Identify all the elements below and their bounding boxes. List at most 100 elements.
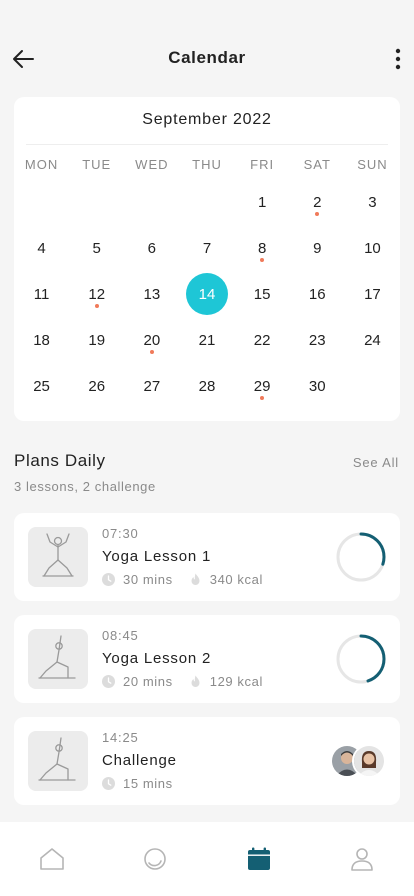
plan-thumbnail [28,629,88,689]
calendar-day-18[interactable]: 18 [14,317,69,363]
plan-time: 08:45 [102,628,139,643]
calendar-day-23[interactable]: 23 [290,317,345,363]
calendar-day-number: 20 [143,331,161,349]
calendar-day-12[interactable]: 12 [69,271,124,317]
calendar-day-number: 21 [198,331,216,349]
plan-duration: 15 mins [123,776,173,791]
calendar-day-number: 3 [368,193,377,211]
progress-ring [336,634,386,684]
calendar-day-27[interactable]: 27 [124,363,179,409]
plan-card-yoga-lesson-2[interactable]: 08:45 Yoga Lesson 2 20 mins 129 kcal [14,615,400,703]
calendar-day-number: 10 [364,239,381,257]
yoga-arms-up-pose-icon [42,533,74,577]
calendar-day-number: 26 [88,377,106,395]
yoga-warrior-pose-icon [38,737,76,781]
calendar-weekday-label: THU [192,156,222,172]
calendar-day-number: 6 [147,239,157,257]
calendar-day-22[interactable]: 22 [235,317,290,363]
calendar-empty-cell [179,179,234,225]
calendar-day-number: 12 [88,285,106,303]
clock-icon [102,573,115,586]
see-all-link[interactable]: See All [353,455,399,470]
plans-subtitle: 3 lessons, 2 challenge [14,479,156,494]
calendar-day-8[interactable]: 8 [235,225,290,271]
nav-home[interactable] [0,822,104,896]
plan-card-challenge[interactable]: 14:25 Challenge 15 mins [14,717,400,805]
calendar-day-7[interactable]: 7 [179,225,234,271]
flame-icon [189,573,202,586]
calendar-day-4[interactable]: 4 [14,225,69,271]
user-icon [351,848,374,871]
calendar-day-28[interactable]: 28 [179,363,234,409]
calendar-day-number: 22 [253,331,271,349]
calendar-weekday-label: SAT [303,156,331,172]
plan-calories: 340 kcal [209,572,263,587]
calendar-day-17[interactable]: 17 [345,271,400,317]
calendar-card: September 2022 MON TUE WED THU FRI SAT SUN 1 2 3 4… [14,97,400,421]
calendar-day-30[interactable]: 30 [290,363,345,409]
calendar-day-number: 19 [88,331,106,349]
more-vertical-icon [395,48,401,70]
header: Calendar [0,38,414,78]
nav-activity[interactable] [104,822,208,896]
calendar-empty-cell [124,179,179,225]
calendar-day-19[interactable]: 19 [69,317,124,363]
calendar-day-6[interactable]: 6 [124,225,179,271]
nav-calendar[interactable] [207,822,311,896]
calendar-day-29[interactable]: 29 [235,363,290,409]
calendar-day-10[interactable]: 10 [345,225,400,271]
calendar-day-26[interactable]: 26 [69,363,124,409]
page-title: Calendar [168,48,246,67]
event-marker-dot [315,212,320,216]
calendar-weekday-label: FRI [250,156,275,172]
calendar-day-number: 2 [313,193,322,211]
more-options-button[interactable] [390,46,406,72]
calendar-grid: MON TUE WED THU FRI SAT SUN 1 2 3 4 5 6 7 8 9 10 11 12 13 14… [14,149,400,409]
calendar-day-number: 28 [198,377,216,395]
ring-icon [144,848,167,870]
calendar-day-number: 23 [308,331,326,349]
calendar-day-number: 4 [37,239,46,257]
plan-thumbnail [28,527,88,587]
plan-duration: 30 mins [123,572,173,587]
plan-meta: 15 mins [102,776,173,791]
calendar-icon [247,847,270,870]
calendar-day-13[interactable]: 13 [124,271,179,317]
calendar-day-21[interactable]: 21 [179,317,234,363]
plan-calories: 129 kcal [209,674,263,689]
plan-name: Yoga Lesson 1 [102,548,212,565]
calendar-day-24[interactable]: 24 [345,317,400,363]
calendar-day-3[interactable]: 3 [345,179,400,225]
plan-card-yoga-lesson-1[interactable]: 07:30 Yoga Lesson 1 30 mins 340 kcal [14,513,400,601]
calendar-day-5[interactable]: 5 [69,225,124,271]
nav-profile[interactable] [311,822,414,896]
plans-title: Plans Daily [14,451,106,470]
calendar-day-number: 13 [143,285,161,303]
calendar-weekday-label: WED [135,156,169,172]
flame-icon [189,675,202,688]
calendar-weekday-label: TUE [82,156,112,172]
plan-time: 14:25 [102,730,139,745]
calendar-day-15[interactable]: 15 [235,271,290,317]
calendar-weekday-label: MON [24,156,59,172]
calendar-day-20[interactable]: 20 [124,317,179,363]
progress-ring [336,532,386,582]
calendar-day-16[interactable]: 16 [290,271,345,317]
calendar-day-25[interactable]: 25 [14,363,69,409]
calendar-day-9[interactable]: 9 [290,225,345,271]
participant-avatars[interactable] [330,744,386,778]
calendar-day-number: 14 [198,285,216,303]
calendar-weekday-label: SUN [357,156,388,172]
calendar-day-1[interactable]: 1 [235,179,290,225]
yoga-warrior-pose-icon [38,635,76,679]
calendar-empty-cell [69,179,124,225]
calendar-week-row: 18 19 20 21 22 23 24 [14,317,400,363]
calendar-day-14[interactable]: 14 [179,271,234,317]
calendar-empty-cell [345,363,400,409]
calendar-day-number: 8 [257,239,267,257]
calendar-day-number: 24 [364,331,381,349]
calendar-empty-cell [14,179,69,225]
calendar-day-11[interactable]: 11 [14,271,69,317]
clock-icon [102,777,115,790]
calendar-day-2[interactable]: 2 [290,179,345,225]
